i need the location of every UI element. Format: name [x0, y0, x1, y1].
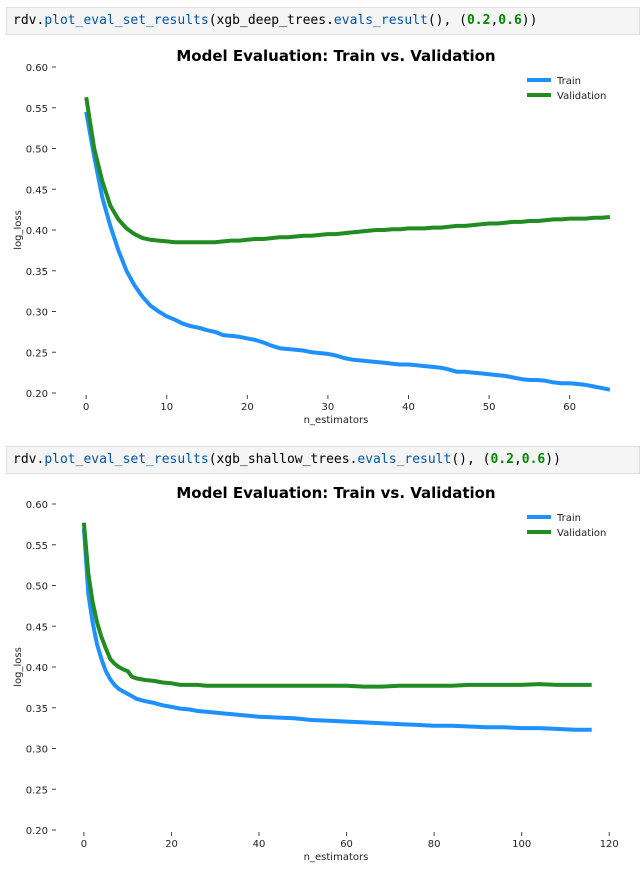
x-axis-label: n_estimators — [304, 415, 369, 426]
code-token: evals_result — [333, 13, 428, 28]
y-tick-label: 0.35 — [26, 704, 48, 715]
code-token: (xgb_deep_trees. — [208, 13, 334, 28]
chart-title: Model Evaluation: Train vs. Validation — [176, 484, 495, 502]
x-tick-label: 100 — [512, 839, 531, 850]
y-tick-label: 0.40 — [26, 663, 48, 674]
chart-deep-trees: Model Evaluation: Train vs. Validation 0.… — [13, 47, 611, 426]
code-token: )) — [545, 452, 561, 467]
code-token: plot_eval_set_results — [44, 452, 209, 467]
x-tick-label: 60 — [563, 402, 576, 413]
series-line-validation — [84, 96, 611, 245]
x-tick-label: 10 — [160, 402, 173, 413]
code-token: 0.6 — [521, 452, 546, 467]
y-tick-label: 0.60 — [26, 63, 48, 74]
y-tick-label: 0.55 — [26, 104, 48, 115]
legend-label: Validation — [557, 91, 606, 102]
y-tick-label: 0.20 — [26, 389, 48, 400]
legend-label: Train — [556, 513, 581, 524]
x-tick-label: 20 — [241, 402, 254, 413]
y-tick-label: 0.40 — [26, 226, 48, 237]
x-tick-label: 30 — [322, 402, 335, 413]
code-cell-1[interactable]: rdv.plot_eval_set_results(xgb_deep_trees… — [6, 7, 640, 35]
code-token: (xgb_shallow_trees. — [208, 452, 358, 467]
code-token: rdv. — [13, 13, 45, 28]
x-tick-label: 0 — [81, 839, 87, 850]
code-token: plot_eval_set_results — [44, 13, 209, 28]
legend-label: Validation — [557, 528, 606, 539]
y-tick-label: 0.35 — [26, 267, 48, 278]
x-tick-label: 50 — [483, 402, 496, 413]
series-line-train — [84, 111, 611, 392]
y-axis-label: log_loss — [13, 210, 24, 250]
code-token: 0.6 — [498, 13, 522, 28]
y-tick-label: 0.45 — [26, 185, 48, 196]
code-cell-2[interactable]: rdv.plot_eval_set_results(xgb_shallow_tr… — [6, 446, 640, 474]
y-tick-label: 0.25 — [26, 785, 48, 796]
y-tick-label: 0.45 — [26, 622, 48, 633]
y-tick-label: 0.30 — [26, 745, 48, 756]
legend-label: Train — [556, 76, 581, 87]
y-tick-label: 0.20 — [26, 826, 48, 837]
x-tick-label: 120 — [600, 839, 619, 850]
x-tick-label: 20 — [165, 839, 178, 850]
series-line-train — [81, 528, 592, 732]
series-line-validation — [81, 522, 592, 689]
code-token: (), ( — [427, 13, 467, 28]
code-token: rdv. — [13, 452, 45, 467]
x-tick-label: 80 — [428, 839, 441, 850]
y-axis-label: log_loss — [13, 647, 24, 687]
code-token: 0.2 — [466, 13, 491, 28]
y-tick-label: 0.55 — [26, 541, 48, 552]
code-token: evals_result — [357, 452, 452, 467]
code-token: (), ( — [451, 452, 491, 467]
y-tick-label: 0.50 — [26, 582, 48, 593]
x-tick-label: 0 — [83, 402, 89, 413]
x-tick-label: 60 — [340, 839, 353, 850]
code-token: , — [513, 452, 522, 467]
x-tick-label: 40 — [253, 839, 266, 850]
y-tick-label: 0.25 — [26, 348, 48, 359]
y-tick-label: 0.50 — [26, 145, 48, 156]
chart-shallow-trees: Model Evaluation: Train vs. Validation 0.… — [13, 484, 619, 863]
code-token: 0.2 — [490, 452, 514, 467]
y-tick-label: 0.60 — [26, 500, 48, 511]
x-axis-label: n_estimators — [304, 852, 369, 863]
chart-title: Model Evaluation: Train vs. Validation — [176, 47, 495, 65]
code-token: )) — [521, 13, 538, 28]
x-tick-label: 40 — [402, 402, 415, 413]
y-tick-label: 0.30 — [26, 308, 48, 319]
